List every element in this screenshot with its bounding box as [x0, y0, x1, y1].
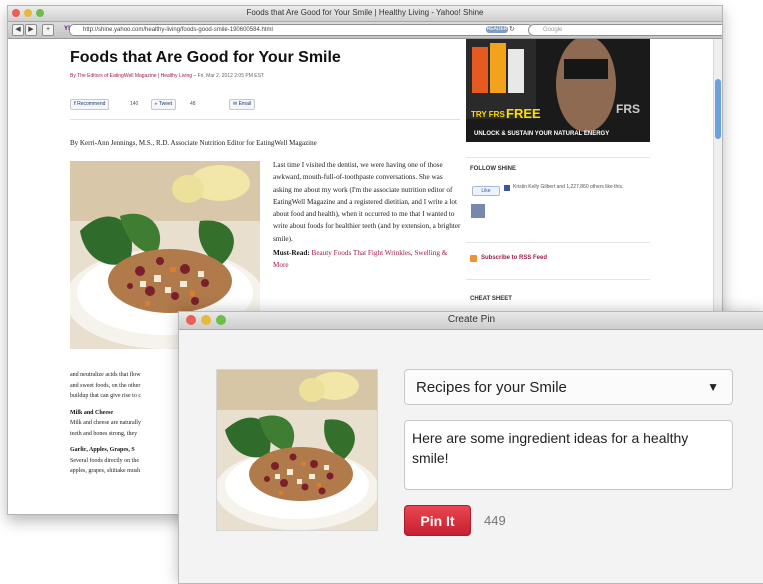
browser-toolbar: ◀ ▶ + http://shine.yahoo.com/healthy-liv… — [8, 22, 722, 39]
text-line: teeth and bones strong, they — [70, 430, 138, 437]
tweet-label: Tweet — [158, 101, 173, 107]
recommend-count: 140 — [130, 101, 139, 107]
ad-brand-text: FRS — [616, 102, 640, 116]
add-bookmark-button[interactable]: + — [42, 24, 54, 36]
divider — [70, 119, 460, 120]
article-author: By Kerri-Ann Jennings, M.S., R.D. Associ… — [70, 139, 317, 147]
tweet-count: 48 — [190, 101, 196, 107]
text-line: apples, grapes, shiitake mush — [70, 468, 141, 474]
pin-image-thumbnail — [216, 369, 378, 531]
section-heading-milk: Milk and Cheese — [70, 409, 114, 416]
character-count: 449 — [484, 513, 506, 528]
facebook-social-text: Kristin Kelly Gilbert and 1,227,860 othe… — [513, 184, 624, 190]
search-placeholder: Google — [543, 27, 563, 33]
rss-icon — [470, 255, 477, 262]
facebook-icon: f — [74, 101, 76, 107]
like-label: Like — [481, 188, 491, 194]
email-button[interactable]: ✉ Email — [229, 99, 256, 110]
article-body: Last time I visited the dentist, we were… — [273, 159, 463, 272]
divider — [466, 242, 650, 243]
text-line: Several foods directly on the — [70, 457, 139, 464]
reader-button[interactable]: READER — [486, 26, 508, 33]
article-byline: By The Editors of EatingWell Magazine | … — [70, 73, 264, 79]
email-label: Email — [238, 101, 252, 107]
section-heading-garlic: Garlic, Apples, Grapes, S — [70, 447, 135, 453]
article-title: Foods that Are Good for Your Smile — [70, 49, 341, 66]
divider — [466, 279, 650, 280]
article-continued: and neutralize acids that flow and sweet… — [70, 370, 182, 477]
text-line: buildup that can give rise to c — [70, 393, 141, 399]
address-bar[interactable]: http://shine.yahoo.com/healthy-living/fo… — [69, 24, 533, 36]
text-line: and neutralize acids that flow — [70, 372, 141, 378]
window-title: Foods that Are Good for Your Smile | Hea… — [246, 8, 484, 17]
ad-tagline: UNLOCK & SUSTAIN YOUR NATURAL ENERGY — [474, 131, 609, 137]
recommend-label: Recommend — [77, 101, 106, 107]
create-pin-dialog: Create Pin Recipes for your Smile ▼ Here… — [178, 311, 763, 584]
text-line: Milk and cheese are naturally — [70, 420, 141, 426]
board-select[interactable]: Recipes for your Smile ▼ — [404, 369, 733, 405]
article-paragraph: Last time I visited the dentist, we were… — [273, 161, 461, 243]
friend-avatar[interactable] — [471, 204, 485, 218]
reload-icon[interactable]: ↻ — [509, 25, 515, 33]
byline-date: – Fri, Mar 2, 2012 2:05 PM EST — [193, 73, 264, 79]
pin-it-button[interactable]: Pin It — [404, 505, 471, 536]
site-favicon-icon: Y! — [64, 26, 70, 32]
scrollbar-thumb[interactable] — [715, 79, 721, 139]
cheat-sheet-heading: CHEAT SHEET — [470, 296, 512, 302]
divider — [466, 157, 650, 158]
selected-board: Recipes for your Smile — [416, 379, 567, 396]
dialog-titlebar: Create Pin — [179, 312, 763, 330]
tweet-button[interactable]: ▸ Tweet — [151, 99, 177, 110]
ad-free-text: FREE — [506, 106, 541, 121]
frs-advertisement[interactable]: TRY FRS FREE FRS UNLOCK & SUSTAIN YOUR N… — [466, 39, 650, 142]
search-field[interactable]: Google — [528, 24, 722, 36]
dialog-title: Create Pin — [447, 314, 496, 325]
browser-titlebar: Foods that Are Good for Your Smile | Hea… — [8, 6, 722, 22]
ad-try-text: TRY FRS — [471, 110, 505, 119]
byline-source-link[interactable]: By The Editors of EatingWell Magazine | … — [70, 73, 192, 79]
follow-heading: FOLLOW SHINE — [470, 166, 516, 172]
subscribe-rss-link[interactable]: Subscribe to RSS Feed — [481, 255, 547, 261]
recommend-button[interactable]: f Recommend — [70, 99, 110, 110]
pin-description-input[interactable]: Here are some ingredient ideas for a hea… — [404, 420, 733, 490]
email-icon: ✉ — [233, 101, 238, 107]
forward-button[interactable]: ▶ — [25, 24, 37, 36]
facebook-icon — [504, 185, 510, 191]
text-line: and sweet foods, on the other — [70, 382, 141, 389]
back-button[interactable]: ◀ — [12, 24, 24, 36]
twitter-bird-icon: ▸ — [155, 101, 158, 107]
must-read-label: Must-Read: — [273, 249, 310, 258]
must-read: Must-Read: Beauty Foods That Fight Wrink… — [273, 247, 463, 272]
facebook-like-button[interactable]: Like — [472, 186, 500, 196]
dropdown-arrow-icon: ▼ — [707, 380, 719, 394]
